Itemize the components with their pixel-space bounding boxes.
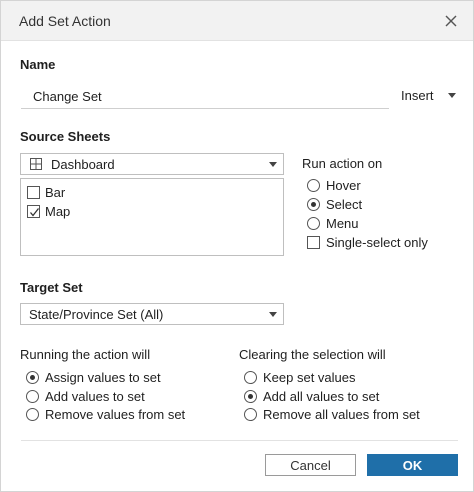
chevron-down-icon <box>269 162 277 167</box>
checkmark-icon <box>30 208 40 217</box>
running-option-assign[interactable]: Assign values to set <box>26 370 161 385</box>
radio-label: Add values to set <box>45 389 145 404</box>
radio-label: Remove values from set <box>45 407 186 422</box>
hover-radio[interactable] <box>307 179 320 192</box>
single-select-option[interactable]: Single-select only <box>307 235 428 250</box>
source-sheets-dropdown[interactable]: Dashboard <box>20 153 284 175</box>
radio-label: Menu <box>326 216 359 231</box>
ok-button[interactable]: OK <box>367 454 458 476</box>
clearing-option-remove-all[interactable]: Remove all values from set <box>244 407 420 422</box>
clearing-option-add-all[interactable]: Add all values to set <box>244 389 379 404</box>
chevron-down-icon <box>269 312 277 317</box>
run-option-select[interactable]: Select <box>307 197 362 212</box>
single-select-label: Single-select only <box>326 235 428 250</box>
chevron-down-icon <box>447 93 456 98</box>
clearing-selection-label: Clearing the selection will <box>239 347 386 362</box>
assign-radio[interactable] <box>26 371 39 384</box>
map-checkbox[interactable] <box>27 205 40 218</box>
keep-radio[interactable] <box>244 371 257 384</box>
single-select-checkbox[interactable] <box>307 236 320 249</box>
menu-radio[interactable] <box>307 217 320 230</box>
footer-divider <box>21 440 458 441</box>
source-sheets-label: Source Sheets <box>20 129 111 144</box>
sheet-item-bar[interactable]: Bar <box>27 185 65 200</box>
add-set-action-dialog: Add Set Action Name Insert Source Sheets… <box>0 0 474 492</box>
add-radio[interactable] <box>26 390 39 403</box>
sheet-list: Bar Map <box>20 178 284 256</box>
target-set-value: State/Province Set (All) <box>29 306 164 322</box>
name-input[interactable] <box>21 85 389 109</box>
run-option-hover[interactable]: Hover <box>307 178 361 193</box>
close-icon[interactable] <box>441 11 461 31</box>
select-radio[interactable] <box>307 198 320 211</box>
remove-radio[interactable] <box>26 408 39 421</box>
target-set-label: Target Set <box>20 280 83 295</box>
insert-dropdown[interactable]: Insert <box>401 88 456 103</box>
running-option-remove[interactable]: Remove values from set <box>26 407 185 422</box>
radio-label: Hover <box>326 178 361 193</box>
add-all-radio[interactable] <box>244 390 257 403</box>
radio-label: Remove all values from set <box>263 407 420 422</box>
sheet-item-map[interactable]: Map <box>27 204 70 219</box>
running-option-add[interactable]: Add values to set <box>26 389 145 404</box>
radio-label: Assign values to set <box>45 370 161 385</box>
title-bar: Add Set Action <box>1 1 473 41</box>
radio-label: Select <box>326 197 363 212</box>
run-action-on-label: Run action on <box>302 156 383 171</box>
source-sheets-value: Dashboard <box>51 156 115 172</box>
radio-label: Add all values to set <box>263 389 380 404</box>
run-option-menu[interactable]: Menu <box>307 216 359 231</box>
sheet-item-label: Bar <box>45 185 66 200</box>
cancel-button[interactable]: Cancel <box>265 454 356 476</box>
radio-label: Keep set values <box>263 370 356 385</box>
remove-all-radio[interactable] <box>244 408 257 421</box>
sheet-item-label: Map <box>45 204 71 219</box>
bar-checkbox[interactable] <box>27 186 40 199</box>
target-set-dropdown[interactable]: State/Province Set (All) <box>20 303 284 325</box>
insert-label: Insert <box>401 88 434 103</box>
dialog-title: Add Set Action <box>19 13 111 29</box>
dashboard-grid-icon <box>30 158 42 170</box>
name-label: Name <box>20 57 56 72</box>
clearing-option-keep[interactable]: Keep set values <box>244 370 356 385</box>
running-action-label: Running the action will <box>20 347 151 362</box>
